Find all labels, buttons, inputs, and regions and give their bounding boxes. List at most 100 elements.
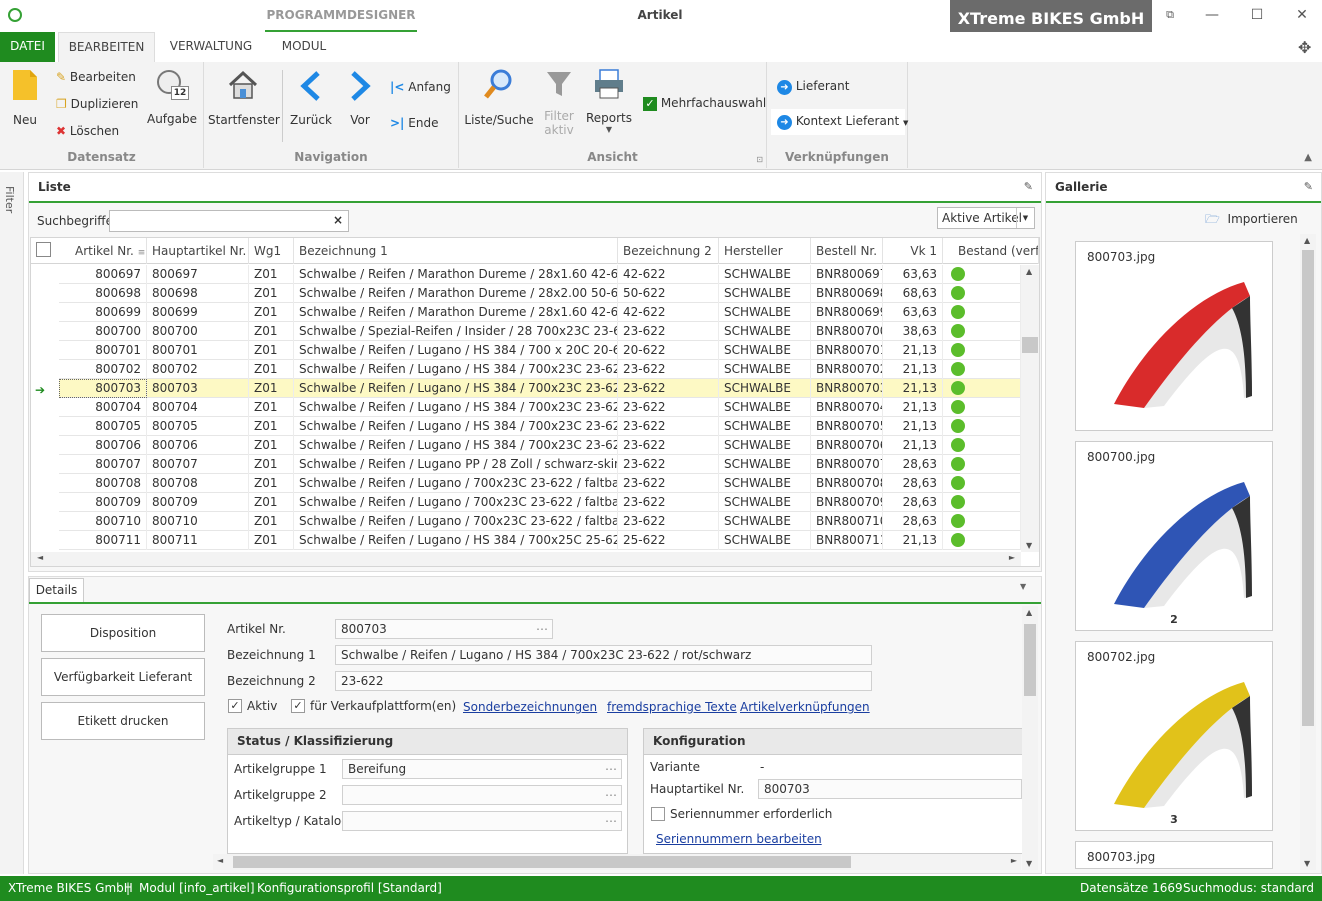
gallery-item[interactable]: 800703.jpg: [1075, 241, 1273, 431]
sonderbezeichnungen-link[interactable]: Sonderbezeichnungen: [463, 700, 597, 714]
scroll-thumb[interactable]: [1022, 337, 1038, 353]
scroll-thumb[interactable]: [1302, 250, 1314, 726]
pin-icon[interactable]: ✎: [1024, 173, 1033, 201]
scroll-down-icon[interactable]: ▼: [1304, 859, 1310, 868]
table-row[interactable]: 800703 800703 Z01 Schwalbe / Reifen / Lugan…: [59, 379, 1021, 398]
scroll-down-icon[interactable]: ▼: [1026, 859, 1032, 868]
filter-sidebar[interactable]: Filter: [0, 172, 24, 874]
table-row[interactable]: 800705 800705 Z01 Schwalbe / Reifen / Lugan…: [59, 417, 1021, 436]
ellipsis-icon[interactable]: …: [536, 620, 548, 635]
details-vertical-scrollbar[interactable]: ▲ ▼: [1022, 606, 1038, 870]
neu-button[interactable]: Neu: [4, 68, 46, 127]
duplizieren-button[interactable]: ❐ Duplizieren: [56, 97, 138, 111]
close-button[interactable]: ✕: [1282, 0, 1322, 30]
tab-bearbeiten[interactable]: BEARBEITEN: [58, 32, 155, 62]
tab-modul[interactable]: MODUL: [268, 32, 340, 62]
scroll-up-icon[interactable]: ▲: [1026, 608, 1032, 617]
col-header-artikel-nr[interactable]: Artikel Nr. ≡: [59, 238, 147, 264]
gallery-item[interactable]: 800702.jpg 3: [1075, 641, 1273, 831]
ellipsis-icon[interactable]: …: [605, 786, 617, 801]
table-row[interactable]: 800710 800710 Z01 Schwalbe / Reifen / Lugan…: [59, 512, 1021, 531]
lieferant-button[interactable]: ➜ Lieferant: [777, 79, 849, 95]
anfang-button[interactable]: |< Anfang: [390, 80, 451, 94]
filter-select[interactable]: Aktive Artikel ▼: [937, 207, 1035, 229]
ende-button[interactable]: >| Ende: [390, 116, 438, 130]
aufgabe-button[interactable]: 12 Aufgabe: [146, 68, 198, 126]
reports-button[interactable]: Reports ▼: [585, 68, 633, 134]
scroll-up-icon[interactable]: ▲: [1026, 267, 1032, 276]
table-row[interactable]: 800706 800706 Z01 Schwalbe / Reifen / Lugan…: [59, 436, 1021, 455]
table-row[interactable]: 800707 800707 Z01 Schwalbe / Reifen / Lugan…: [59, 455, 1021, 474]
puzzle-icon[interactable]: ✥: [1298, 38, 1311, 57]
grid-vertical-scrollbar[interactable]: ▲ ▼: [1021, 265, 1039, 552]
loeschen-button[interactable]: ✖ Löschen: [56, 124, 119, 138]
col-header-bezeichnung2[interactable]: Bezeichnung 2: [618, 238, 719, 264]
liste-suche-button[interactable]: Liste/Suche: [463, 68, 535, 127]
table-row[interactable]: 800702 800702 Z01 Schwalbe / Reifen / Lugan…: [59, 360, 1021, 379]
kontext-lieferant-button[interactable]: ➜ Kontext Lieferant ▼: [771, 109, 908, 135]
bearbeiten-button[interactable]: ✎ Bearbeiten: [56, 70, 136, 84]
dialog-launcher-icon[interactable]: ⊡: [756, 155, 763, 164]
scroll-right-icon[interactable]: ►: [1011, 856, 1017, 865]
table-row[interactable]: 800701 800701 Z01 Schwalbe / Reifen / Lugan…: [59, 341, 1021, 360]
scroll-left-icon[interactable]: ◄: [217, 856, 223, 865]
bezeichnung1-field[interactable]: Schwalbe / Reifen / Lugano / HS 384 / 70…: [335, 645, 872, 665]
scroll-thumb[interactable]: [1024, 624, 1036, 696]
artikelgruppe1-field[interactable]: Bereifung…: [342, 759, 622, 779]
grid-horizontal-scrollbar[interactable]: ◄ ►: [31, 552, 1021, 566]
pin-icon[interactable]: ✎: [1304, 173, 1313, 201]
details-horizontal-scrollbar[interactable]: ◄ ►: [213, 854, 1021, 870]
chevron-down-icon[interactable]: ▼: [1020, 582, 1026, 591]
gallery-item[interactable]: 800700.jpg 2: [1075, 441, 1273, 631]
artikelgruppe2-field[interactable]: …: [342, 785, 622, 805]
scroll-down-icon[interactable]: ▼: [1026, 541, 1032, 550]
startfenster-button[interactable]: Startfenster: [208, 70, 280, 127]
artikeltyp-field[interactable]: …: [342, 811, 622, 831]
table-row[interactable]: 800708 800708 Z01 Schwalbe / Reifen / Lugan…: [59, 474, 1021, 493]
designer-tab[interactable]: PROGRAMMDESIGNER: [265, 0, 417, 32]
table-row[interactable]: 800704 800704 Z01 Schwalbe / Reifen / Lugan…: [59, 398, 1021, 417]
table-row[interactable]: 800700 800700 Z01 Schwalbe / Spezial-Reifen…: [59, 322, 1021, 341]
seriennummer-checkbox[interactable]: [651, 807, 665, 821]
artikelverknuepfungen-link[interactable]: Artikelverknüpfungen: [740, 700, 870, 714]
table-row[interactable]: 800698 800698 Z01 Schwalbe / Reifen / Marat…: [59, 284, 1021, 303]
table-row[interactable]: 800699 800699 Z01 Schwalbe / Reifen / Marat…: [59, 303, 1021, 322]
mehrfachauswahl-checkbox[interactable]: ✓ Mehrfachauswahl: [643, 96, 766, 111]
maximize-button[interactable]: ☐: [1237, 0, 1277, 30]
vor-button[interactable]: Vor: [340, 70, 380, 127]
scroll-thumb[interactable]: [233, 856, 851, 868]
select-all-checkbox[interactable]: [36, 242, 51, 257]
tab-verwaltung[interactable]: VERWALTUNG: [160, 32, 262, 62]
seriennummern-bearbeiten-link[interactable]: Seriennummern bearbeiten: [656, 832, 822, 846]
bezeichnung2-field[interactable]: 23-622: [335, 671, 872, 691]
col-header-vk1[interactable]: Vk 1: [883, 238, 943, 264]
col-header-wg1[interactable]: Wg1: [249, 238, 294, 264]
hauptartikel-nr-field[interactable]: 800703: [758, 779, 1022, 799]
tab-datei[interactable]: DATEI: [0, 32, 55, 62]
ellipsis-icon[interactable]: …: [605, 760, 617, 775]
table-row[interactable]: 800711 800711 Z01 Schwalbe / Reifen / Lugan…: [59, 531, 1021, 550]
artikel-nr-field[interactable]: 800703…: [335, 619, 553, 639]
tab-details[interactable]: Details: [29, 578, 84, 602]
restore-layout-icon[interactable]: ⧉: [1150, 0, 1190, 30]
gallery-scrollbar[interactable]: ▲ ▼: [1300, 234, 1316, 870]
importieren-button[interactable]: 🗁 Importieren: [1205, 210, 1298, 231]
zurueck-button[interactable]: Zurück: [286, 70, 336, 127]
search-input[interactable]: ×: [109, 210, 349, 232]
aktiv-checkbox[interactable]: ✓: [228, 699, 242, 713]
etikett-drucken-button[interactable]: Etikett drucken: [41, 702, 205, 740]
clear-search-icon[interactable]: ×: [333, 213, 343, 227]
scroll-right-icon[interactable]: ►: [1009, 553, 1015, 562]
collapse-ribbon-icon[interactable]: ▲: [1304, 152, 1312, 163]
col-header-bezeichnung1[interactable]: Bezeichnung 1: [294, 238, 618, 264]
verkaufsplattform-checkbox[interactable]: ✓: [291, 699, 305, 713]
scroll-up-icon[interactable]: ▲: [1304, 236, 1310, 245]
table-row[interactable]: 800709 800709 Z01 Schwalbe / Reifen / Lugan…: [59, 493, 1021, 512]
disposition-button[interactable]: Disposition: [41, 614, 205, 652]
col-header-hersteller[interactable]: Hersteller: [719, 238, 811, 264]
gallery-item[interactable]: 800703.jpg: [1075, 841, 1273, 869]
col-header-bestell-nr[interactable]: Bestell Nr.: [811, 238, 883, 264]
scroll-left-icon[interactable]: ◄: [37, 553, 43, 562]
ellipsis-icon[interactable]: …: [605, 812, 617, 827]
verfuegbarkeit-lieferant-button[interactable]: Verfügbarkeit Lieferant: [41, 658, 205, 696]
